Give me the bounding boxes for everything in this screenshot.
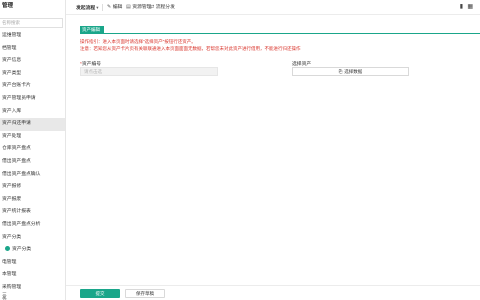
sidebar-item[interactable]: 资产统计报表	[0, 206, 65, 219]
sidebar-item-label: 资产分类	[2, 234, 22, 240]
form-header-divider	[80, 33, 480, 34]
flow-icon: ⇄	[150, 4, 155, 10]
sidebar-item-label: 借出资产盘点分析	[2, 221, 41, 227]
sidebar-title: 管理	[2, 3, 14, 9]
edit-label: 编辑	[112, 5, 123, 10]
resources-label: 资源管理	[132, 5, 152, 10]
sidebar-item-label: 资产入库	[2, 108, 22, 114]
asset-code-label: *资产编号	[80, 60, 101, 67]
sidebar-item[interactable]: 资产分类	[0, 232, 65, 245]
sidebar-item[interactable]: 资产报废	[0, 194, 65, 207]
category-dot-icon	[5, 245, 10, 251]
edit-button[interactable]: ✎ 编辑	[107, 0, 122, 15]
topbar: 发起流程▾ ✎ 编辑 ▤ 资源管理 ⇄ 流程分发 ▮ ▦	[66, 0, 480, 15]
sidebar-item-label: 资产分类	[12, 247, 32, 253]
sidebar-search-input[interactable]: 名称搜索	[0, 18, 63, 28]
sidebar-item-label: 资产处理	[2, 133, 22, 139]
sidebar-item[interactable]: 运维管理	[0, 30, 65, 43]
pencil-icon: ✎	[107, 4, 112, 10]
sidebar-item-label: 资产报修	[2, 184, 22, 190]
sidebar-item[interactable]: 资产报修	[0, 181, 65, 194]
flow-label: 流程分发	[155, 5, 175, 10]
asset-code-field[interactable]: 请点击选	[80, 67, 218, 76]
sidebar-item-label: 本管理	[2, 272, 17, 278]
sidebar-menu: 运维管理 档管理 资产信息 资产类型 资产台账卡片 资产管理员申请 资产入库 资产归还申请 资产…	[0, 30, 65, 300]
module-dropdown[interactable]: 发起流程▾	[76, 0, 98, 15]
print-icon[interactable]: ▮	[460, 0, 463, 15]
sidebar-item-label: 借出资产盘点确认	[2, 171, 41, 177]
sidebar-item-label: 资产信息	[2, 58, 22, 64]
form-area: 资产编辑 操作指引：进入本页面时请选择"选择资产"按钮行还资产。 注意：若知您从…	[66, 15, 480, 300]
select-data-label: 选择数据	[344, 69, 363, 74]
sidebar-item-label: 资产类型	[2, 70, 22, 76]
select-data-button[interactable]: ⎘ 选择数据	[292, 67, 409, 76]
resources-button[interactable]: ▤ 资源管理	[126, 0, 151, 15]
sidebar-item[interactable]: 资产处理	[0, 131, 65, 144]
guide-text: 操作指引：进入本页面时请选择"选择资产"按钮行还资产。 注意：若知您从资产卡片页…	[80, 38, 301, 52]
sidebar-item[interactable]: 本管理	[0, 269, 65, 282]
grid-icon[interactable]: ▦	[467, 0, 473, 15]
sidebar-item[interactable]: 资产信息	[0, 55, 65, 68]
sidebar-item[interactable]: 借出资产盘点确认	[0, 169, 65, 182]
sidebar-item-label: 电管理	[2, 259, 17, 265]
module-label: 发起流程	[76, 6, 96, 11]
guide-line-2: 注意：若知您从资产卡片页有关联联通进入本页面面面无数据，若帮您未对此资产进行借用…	[80, 46, 301, 51]
sidebar-item[interactable]: 资产类型	[0, 68, 65, 81]
submit-button[interactable]: 提交	[80, 289, 120, 298]
sidebar-item[interactable]: 借出资产盘点分析	[0, 219, 65, 232]
sidebar-item[interactable]: 资产入库	[0, 106, 65, 119]
sidebar: 管理 名称搜索 运维管理档管理资产信息资产类型资产台账卡片 资产管理员申请 资产入库…	[0, 0, 66, 300]
sidebar-item[interactable]: 资产分类	[0, 244, 65, 257]
sidebar-item-label: 借出资产盘点	[2, 158, 31, 164]
sidebar-item-label: 资产报废	[2, 196, 22, 202]
sidebar-item-label: 档管理	[2, 45, 17, 51]
flow-dispatch-button[interactable]: ⇄ 流程分发	[150, 0, 175, 15]
app-window: 管理 名称搜索 运维管理档管理资产信息资产类型资产台账卡片 资产管理员申请 资产入库…	[0, 0, 480, 300]
chevron-down-icon: ▾	[96, 5, 99, 10]
toolbar-divider	[102, 4, 103, 11]
sidebar-item[interactable]: 采购管理	[0, 282, 65, 295]
sidebar-item[interactable]: 务	[0, 294, 65, 300]
form-footer: 提交 保存草稿	[66, 285, 480, 300]
save-draft-button[interactable]: 保存草稿	[125, 289, 165, 298]
sidebar-item-label: 资产台账卡片	[2, 83, 31, 89]
select-asset-label: 选择资产	[292, 62, 312, 67]
sidebar-item-label: 资产归还申请	[2, 121, 31, 127]
sidebar-item-label: 资产管理员申请	[2, 95, 36, 101]
sidebar-item-label: 运维管理	[2, 33, 22, 38]
folder-icon: ▤	[126, 4, 131, 10]
guide-line-1: 操作指引：进入本页面时请选择"选择资产"按钮行还资产。	[80, 39, 196, 44]
sidebar-item-label: 仓库资产盘点	[2, 146, 31, 152]
sidebar-item-label: 采购管理	[2, 284, 22, 290]
sidebar-item[interactable]: 电管理	[0, 257, 65, 270]
sidebar-collapse-icon[interactable]: 三	[2, 291, 7, 298]
sidebar-item[interactable]: 资产管理员申请	[0, 93, 65, 106]
sidebar-item-label: 资产统计报表	[2, 209, 31, 215]
sidebar-item[interactable]: 资产归还申请	[0, 118, 65, 131]
sidebar-item[interactable]: 借出资产盘点	[0, 156, 65, 169]
sidebar-item[interactable]: 仓库资产盘点	[0, 143, 65, 156]
sidebar-item[interactable]: 档管理	[0, 43, 65, 56]
sidebar-item[interactable]: 资产台账卡片	[0, 80, 65, 93]
copy-icon: ⎘	[338, 69, 343, 74]
